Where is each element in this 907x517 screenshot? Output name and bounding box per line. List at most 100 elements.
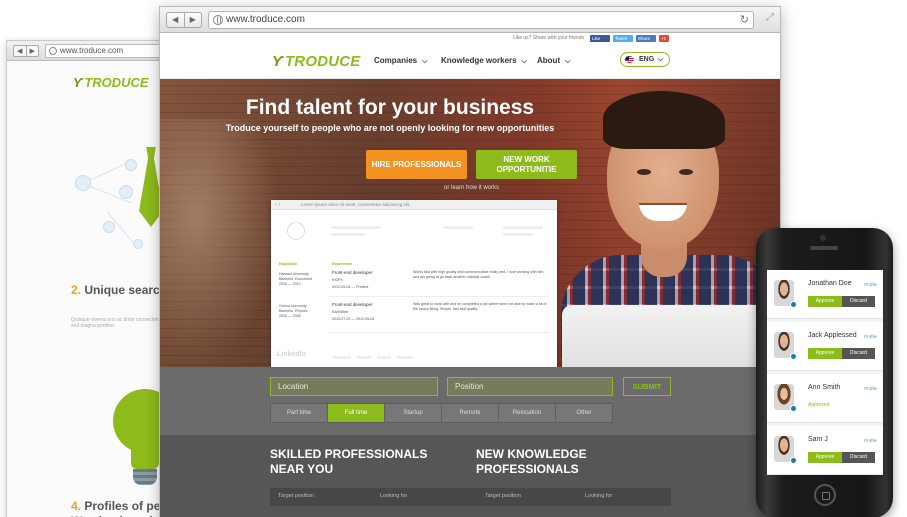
back-arrow-icon[interactable]: ◀ [14,46,26,56]
tab-full-time[interactable]: Full time [328,404,385,422]
linkedin-share-button[interactable]: Share [636,35,656,42]
speaker-grille [810,246,838,250]
forward-arrow-icon[interactable]: ▶ [183,13,202,27]
location-input[interactable]: Location [270,377,438,396]
candidate-name: Sam J [808,436,828,443]
placeholder-line [331,233,365,236]
phone-device: Jonathan Doe Profile Approve Discard Jac… [756,228,893,517]
camera-icon [820,235,826,241]
menu-companies[interactable]: Companies ⌵ [374,56,427,66]
network-node-icon [75,175,91,191]
submit-button[interactable]: SUBMIT [623,377,671,396]
forward-arrow-icon[interactable]: ▶ [25,46,39,56]
showcase-stage: ◀ ▶ www.troduce.com Ƴ TRODUCE 2. Unique s… [0,0,907,517]
new-work-opportunities-button[interactable]: NEW WORK OPPORTUNITIE [476,150,577,179]
discard-button[interactable]: Discard [842,452,875,463]
hero-section: Find talent for your business Troduce yo… [160,79,780,373]
lightbulb-base [133,469,157,485]
avatar-placeholder-icon [287,222,305,240]
facebook-like-button[interactable]: Like [590,35,610,42]
profile-preview-bar: ‹ › Lorem ipsum dolor sit amet, consecte… [271,200,557,210]
social-topbar: Like us? Share with your friends Like Tw… [160,33,780,45]
back-nav-buttons[interactable]: ◀ ▶ [13,45,39,57]
hire-professionals-button[interactable]: HIRE PROFESSIONALS [366,150,467,179]
job-title-1: Front-end developer [332,270,373,275]
nav-buttons[interactable]: ◀ ▶ [166,12,202,28]
site-logo-text: TRODUCE [284,53,361,70]
browser-chrome: ◀ ▶ www.troduce.com ↻ ⤢ [160,7,780,33]
job-company-1: IHOPx [332,278,343,282]
chevron-down-icon: ⌵ [657,56,663,63]
profile-preview-card: ‹ › Lorem ipsum dolor sit amet, consecte… [271,200,557,373]
profile-link[interactable]: Profile [864,438,877,443]
lightbulb-neck [131,443,159,469]
linkedin-badge-icon [790,457,797,464]
language-selector[interactable]: ENG ⌵ [620,52,670,67]
education-entry-1: Harvard University Bachelor, Economist 2… [279,272,312,286]
column-target-position[interactable]: Target position [278,493,314,499]
job-title-2: Front-end developer [332,302,373,307]
phone-screen: Jonathan Doe Profile Approve Discard Jac… [767,270,883,475]
approve-button[interactable]: Approve [808,452,842,463]
site-header: Ƴ TRODUCE Companies ⌵ Knowledge workers ⌵ A… [160,45,780,79]
back-logo-text: TRODUCE [84,75,149,90]
tab-part-time[interactable]: Part time [271,404,328,422]
reload-icon[interactable]: ↻ [740,12,749,28]
chevron-down-icon: ⌵ [565,58,571,65]
job-dates-2: 2010-07-23 — 2012-05-04 [332,317,375,321]
new-professionals-heading: NEW KNOWLEDGE PROFESSIONALS [476,447,587,476]
tweet-button[interactable]: Tweet [613,35,633,42]
job-company-2: EarthWeb [332,310,348,314]
back-arrow-icon[interactable]: ◀ [167,13,184,27]
candidate-card: Ann Smith Profile Approved [767,374,883,423]
tab-relocation[interactable]: Relocation [499,404,556,422]
job-type-tabs: Part time Full time Startup Remote Reloc… [270,403,613,423]
home-button[interactable] [814,484,836,506]
profile-link[interactable]: Profile [864,386,877,391]
placeholder-line [397,356,413,359]
linkedin-badge-icon [790,405,797,412]
profile-link[interactable]: Profile [864,282,877,287]
candidate-name: Ann Smith [808,384,841,391]
back-logo[interactable]: Ƴ TRODUCE [73,75,149,90]
menu-knowledge-label: Knowledge workers [441,56,517,65]
placeholder-line [333,356,351,359]
google-plus-button[interactable]: +1 [659,35,669,42]
menu-about-label: About [537,56,561,65]
discard-button[interactable]: Discard [842,296,875,307]
url-bar[interactable]: www.troduce.com ↻ [208,11,754,29]
column-target-position[interactable]: Target position [485,493,521,499]
discard-button[interactable]: Discard [842,348,875,359]
logo-mark-icon: Ƴ [272,53,283,70]
tab-other[interactable]: Other [556,404,612,422]
menu-knowledge-workers[interactable]: Knowledge workers ⌵ [441,56,527,66]
approve-button[interactable]: Approve [808,296,842,307]
person-hair [603,91,725,149]
chevron-down-icon: ⌵ [521,58,527,65]
site-logo[interactable]: Ƴ TRODUCE [272,53,361,70]
fullscreen-icon[interactable]: ⤢ [766,12,774,23]
feature-4-number: 4. [71,499,82,513]
hero-title: Find talent for your business [245,96,535,119]
job-review-1: Works fast with high quality and communi… [413,270,544,279]
network-node-icon [125,159,137,171]
nav-arrows-icon[interactable]: ‹ › [275,200,281,210]
column-looking-for[interactable]: Looking for [585,493,612,499]
network-node-icon [103,221,115,233]
placeholder-line [503,226,543,229]
column-looking-for[interactable]: Looking for [380,493,407,499]
position-input[interactable]: Position [447,377,613,396]
tab-startup[interactable]: Startup [385,404,442,422]
linkedin-logo: LinkedIn [277,351,306,358]
approve-button[interactable]: Approve [808,348,842,359]
learn-how-link[interactable]: or learn how it works [444,185,499,191]
tab-remote[interactable]: Remote [442,404,499,422]
menu-about[interactable]: About ⌵ [537,56,570,66]
linkedin-badge-icon [790,301,797,308]
profile-link[interactable]: Profile [864,334,877,339]
back-url-text: www.troduce.com [60,46,124,55]
globe-icon [213,15,223,25]
person-eye [679,169,693,175]
divider [329,332,549,333]
approved-status: Approved [808,402,830,408]
